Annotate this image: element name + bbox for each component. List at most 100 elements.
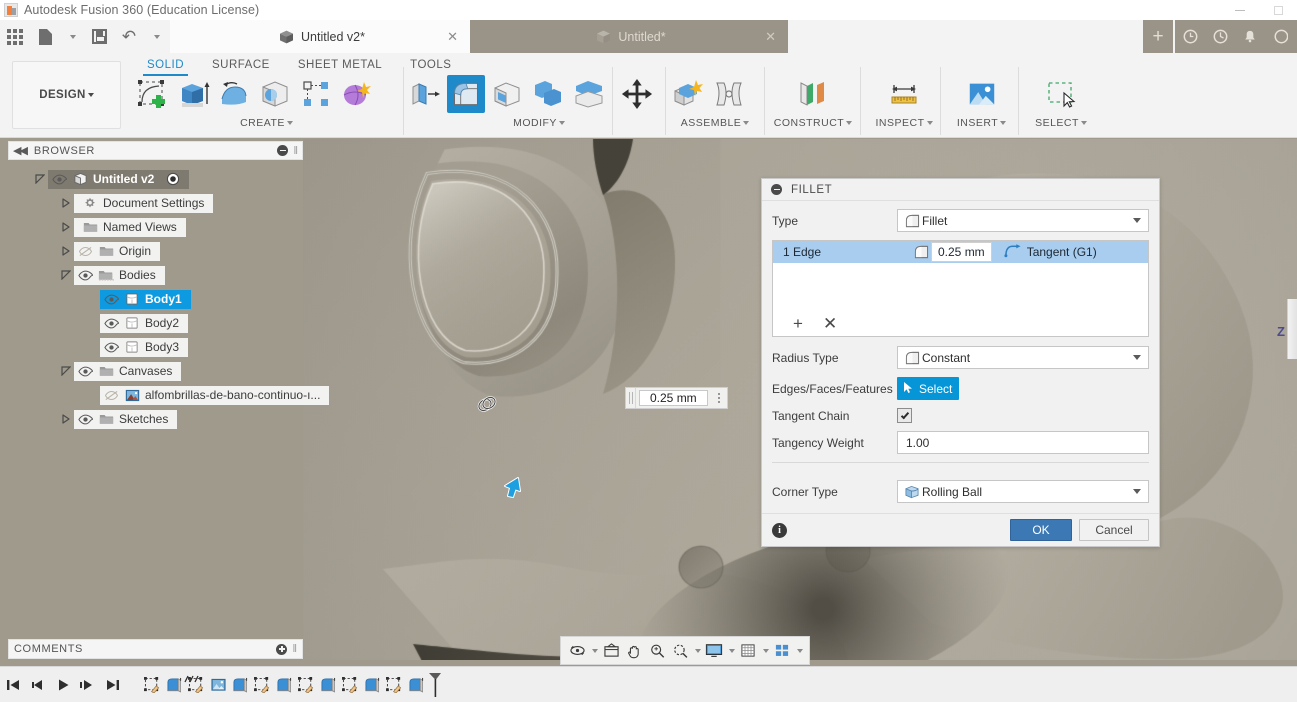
step-back-icon[interactable] — [25, 670, 50, 700]
notification-bell-icon[interactable] — [1235, 20, 1265, 53]
measure-icon[interactable] — [885, 75, 923, 113]
play-icon[interactable] — [50, 670, 75, 700]
timeline-sketch-icon[interactable] — [185, 673, 207, 697]
undo-caret[interactable] — [144, 34, 168, 39]
joint-icon[interactable] — [710, 75, 748, 113]
tangency-weight-input[interactable]: 1.00 — [897, 431, 1149, 454]
offset-plane-icon[interactable] — [794, 75, 832, 113]
eye-hidden-icon[interactable] — [100, 390, 122, 401]
expand-triangle-icon[interactable] — [58, 270, 74, 280]
browser-tree-item[interactable]: Document Settings — [8, 191, 303, 215]
ribbon-panel-assemble-label[interactable]: ASSEMBLE — [669, 117, 761, 129]
new-document-button[interactable] — [30, 22, 60, 52]
timeline-extrude-icon[interactable] — [361, 673, 383, 697]
orbit-icon[interactable] — [566, 639, 588, 663]
tree-item-chip[interactable]: Origin — [74, 241, 161, 261]
timeline-extrude-icon[interactable] — [405, 673, 427, 697]
tree-item-chip[interactable]: Body1 — [100, 289, 191, 309]
timeline-sketch-icon[interactable] — [383, 673, 405, 697]
minimize-circle-icon[interactable] — [771, 184, 782, 195]
select-window-icon[interactable] — [1042, 75, 1080, 113]
dimension-value-field[interactable]: 0.25 mm — [639, 390, 708, 406]
ribbon-panel-select-label[interactable]: SELECT — [1022, 117, 1100, 129]
tangent-chain-glyph-icon[interactable] — [475, 392, 499, 419]
look-at-icon[interactable] — [600, 639, 622, 663]
new-document-caret[interactable] — [60, 34, 84, 39]
sphere-icon[interactable] — [256, 75, 294, 113]
timeline-extrude-icon[interactable] — [229, 673, 251, 697]
go-to-beginning-icon[interactable] — [0, 670, 25, 700]
tree-item-chip[interactable]: Bodies — [74, 265, 165, 285]
split-body-icon[interactable] — [570, 75, 608, 113]
fillet-edge-row[interactable]: 1 Edge 0.25 mm Tangent (G1) — [773, 241, 1148, 263]
timeline-sketch-icon[interactable] — [141, 673, 163, 697]
browser-tree-item[interactable]: Body2 — [8, 311, 303, 335]
drag-grip-icon[interactable] — [626, 388, 636, 408]
tree-item-chip[interactable]: Canvases — [74, 361, 182, 381]
info-icon[interactable]: i — [772, 522, 787, 538]
tree-item-chip[interactable]: Sketches — [74, 409, 178, 429]
eye-visible-icon[interactable] — [100, 342, 122, 353]
ribbon-panel-create-label[interactable]: CREATE — [133, 117, 400, 129]
expand-triangle-icon[interactable] — [32, 174, 48, 184]
fillet-edge-list[interactable]: 1 Edge 0.25 mm Tangent (G1) + ✕ — [772, 240, 1149, 337]
timeline-sketch-icon[interactable] — [295, 673, 317, 697]
panel-resize-grip[interactable]: ‖ — [293, 145, 298, 157]
ribbon-panel-construct-label[interactable]: CONSTRUCT — [768, 117, 858, 129]
close-icon[interactable]: ✕ — [765, 30, 776, 43]
history-clock-icon[interactable] — [1205, 20, 1235, 53]
tree-item-chip[interactable]: Untitled v2 — [48, 169, 190, 189]
fit-zoom-icon[interactable] — [669, 639, 691, 663]
pan-hand-icon[interactable] — [623, 639, 645, 663]
save-button[interactable] — [84, 22, 114, 52]
timeline-marker-icon[interactable] — [428, 672, 442, 698]
collapse-triangle-icon[interactable] — [58, 222, 74, 232]
minimize-icon[interactable] — [1221, 0, 1259, 20]
step-forward-icon[interactable] — [75, 670, 100, 700]
cancel-button[interactable]: Cancel — [1079, 519, 1149, 541]
new-tab-button[interactable]: + — [1143, 20, 1173, 53]
minimize-circle-icon[interactable] — [277, 145, 289, 156]
fit-zoom-caret[interactable] — [692, 639, 702, 663]
form-icon[interactable] — [338, 75, 376, 113]
eye-visible-icon[interactable] — [74, 366, 96, 377]
view-cube[interactable] — [1287, 299, 1297, 359]
press-pull-icon[interactable] — [406, 75, 444, 113]
timeline-extrude-icon[interactable] — [273, 673, 295, 697]
corner-type-select[interactable]: Rolling Ball — [897, 480, 1149, 503]
browser-tree-item[interactable]: Origin — [8, 239, 303, 263]
ribbon-tab-surface[interactable]: SURFACE — [198, 57, 284, 76]
workspace-switcher[interactable]: DESIGN — [12, 61, 121, 129]
pattern-icon[interactable] — [297, 75, 335, 113]
radius-type-select[interactable]: Constant — [897, 346, 1149, 369]
maximize-icon[interactable] — [1259, 0, 1297, 20]
display-settings-caret[interactable] — [726, 639, 736, 663]
combine-icon[interactable] — [529, 75, 567, 113]
browser-tree-item[interactable]: Sketches — [8, 407, 303, 431]
insert-canvas-icon[interactable] — [963, 75, 1001, 113]
zoom-icon[interactable] — [646, 639, 668, 663]
fillet-icon[interactable] — [447, 75, 485, 113]
orbit-caret[interactable] — [589, 639, 599, 663]
tree-item-chip[interactable]: Body2 — [100, 313, 189, 333]
tangent-chain-checkbox[interactable] — [897, 408, 912, 423]
job-status-icon[interactable] — [1175, 20, 1205, 53]
move-copy-icon[interactable] — [618, 75, 656, 113]
add-selection-icon[interactable]: + — [793, 315, 803, 332]
display-settings-icon[interactable] — [703, 639, 725, 663]
new-component-icon[interactable] — [669, 75, 707, 113]
select-button[interactable]: Select — [897, 377, 959, 400]
timeline-extrude-icon[interactable] — [317, 673, 339, 697]
panel-resize-grip[interactable]: ‖ — [292, 643, 297, 655]
eye-visible-icon[interactable] — [100, 318, 122, 329]
dimension-input-box[interactable]: 0.25 mm — [625, 387, 728, 409]
add-comment-icon[interactable] — [276, 643, 288, 655]
expand-triangle-icon[interactable] — [58, 366, 74, 376]
tree-item-chip[interactable]: alfombrillas-de-bano-continuo-ı... — [100, 385, 330, 405]
revolve-icon[interactable] — [215, 75, 253, 113]
browser-tree-item[interactable]: Named Views — [8, 215, 303, 239]
browser-tree-item[interactable]: Body1 — [8, 287, 303, 311]
timeline-extrude-icon[interactable] — [163, 673, 185, 697]
ribbon-panel-insert-label[interactable]: INSERT — [944, 117, 1019, 129]
undo-button[interactable]: ↶ — [114, 22, 144, 52]
